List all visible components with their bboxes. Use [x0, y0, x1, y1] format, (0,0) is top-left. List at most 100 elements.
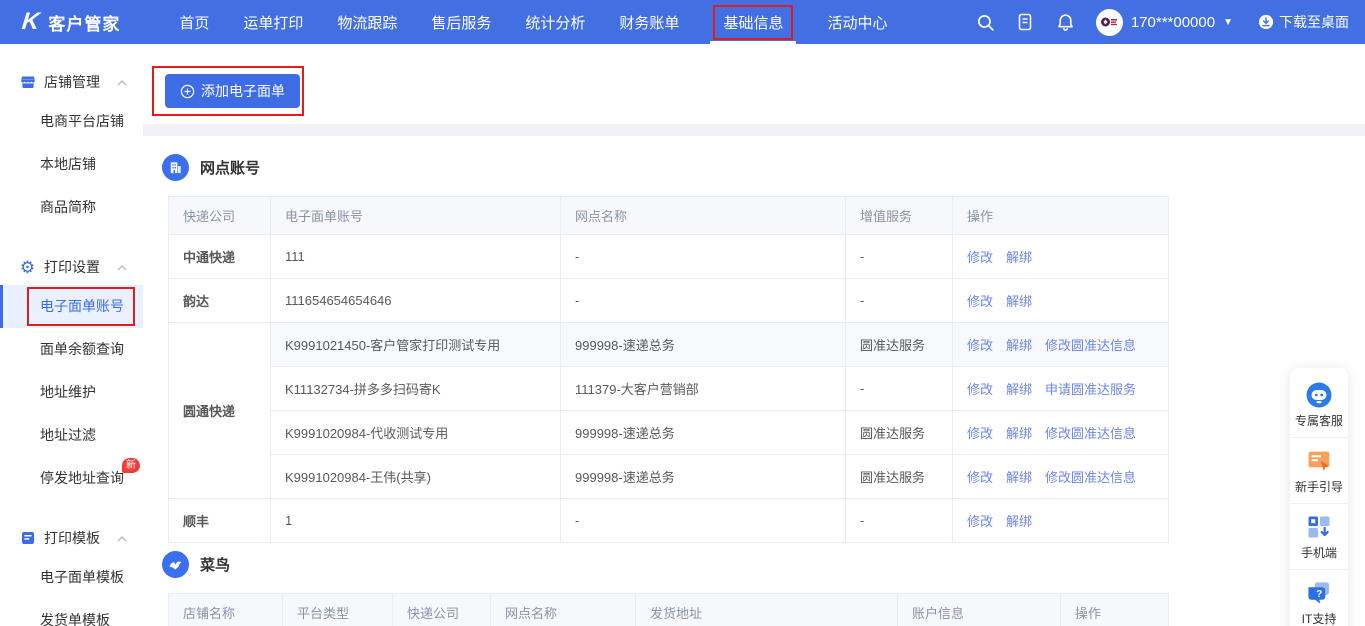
action-link-修改圆准达信息[interactable]: 修改圆准达信息: [1045, 338, 1136, 353]
branch-name-cell: 999998-速递总务: [561, 455, 846, 499]
actions-cell: 修改解绑修改圆准达信息: [953, 455, 1169, 499]
add-waybill-account-label: 添加电子面单: [201, 81, 285, 101]
action-link-修改圆准达信息[interactable]: 修改圆准达信息: [1045, 470, 1136, 485]
action-link-修改[interactable]: 修改: [967, 426, 993, 441]
column-header-快递公司: 快递公司: [169, 197, 271, 235]
table-row: 中通快递111--修改解绑: [169, 235, 1169, 279]
cainiao-bird-icon: [162, 551, 189, 578]
waybill-section-header: 网点账号: [143, 136, 1365, 181]
action-link-修改[interactable]: 修改: [967, 382, 993, 397]
sidebar-item-label: 停发地址查询: [40, 470, 124, 486]
action-link-解绑[interactable]: 解绑: [1006, 250, 1032, 265]
cainiao-section-header: 菜鸟: [143, 551, 1365, 578]
sidebar-group-label: 店铺管理: [44, 72, 100, 92]
actions-cell: 修改解绑修改圆准达信息: [953, 411, 1169, 455]
add-waybill-account-button[interactable]: 添加电子面单: [165, 74, 300, 108]
sidebar-item-发货单模板[interactable]: 发货单模板: [0, 599, 143, 626]
mobile-qr-icon: [1306, 513, 1332, 541]
account-number: 170***00000: [1131, 14, 1215, 31]
courier-company-cell: 韵达: [169, 279, 271, 323]
nav-item-label: 财务账单: [619, 12, 679, 33]
action-link-修改[interactable]: 修改: [967, 294, 993, 309]
action-link-修改[interactable]: 修改: [967, 514, 993, 529]
download-icon: [1258, 14, 1274, 30]
toolbar: 添加电子面单: [143, 44, 1365, 124]
action-link-解绑[interactable]: 解绑: [1006, 294, 1032, 309]
sidebar-item-停发地址查询[interactable]: 停发地址查询新: [0, 457, 143, 500]
sidebar-item-电子面单账号[interactable]: 电子面单账号: [0, 285, 143, 328]
action-link-解绑[interactable]: 解绑: [1006, 338, 1032, 353]
waybill-accounts-table: 快递公司电子面单账号网点名称增值服务操作中通快递111--修改解绑韵达11165…: [168, 196, 1169, 543]
nav-item-label: 基础信息: [713, 5, 793, 40]
action-link-修改[interactable]: 修改: [967, 250, 993, 265]
cainiao-accounts-table: 店铺名称平台类型快递公司网点名称发货地址账户信息操作: [168, 593, 1169, 626]
nav-item-财务账单[interactable]: 财务账单: [602, 0, 696, 44]
waybill-account-cell: 111654654654646: [271, 279, 561, 323]
account-menu[interactable]: 170***00000 ▼: [1096, 9, 1233, 36]
download-desktop-button[interactable]: 下载至桌面: [1258, 12, 1349, 32]
action-link-解绑[interactable]: 解绑: [1006, 470, 1032, 485]
sidebar-item-本地店铺[interactable]: 本地店铺: [0, 143, 143, 186]
main-nav-menu: 首页运单打印物流跟踪售后服务统计分析财务账单 基础信息活动中心: [162, 0, 904, 44]
nav-item-首页[interactable]: 首页: [162, 0, 226, 44]
nav-item-基础信息[interactable]: 基础信息: [696, 0, 810, 44]
table-row: K9991020984-王伟(共享)999998-速递总务圆准达服务修改解绑修改…: [169, 455, 1169, 499]
new-badge: 新: [122, 458, 140, 473]
branch-building-icon: [162, 154, 189, 181]
action-link-解绑[interactable]: 解绑: [1006, 514, 1032, 529]
action-link-解绑[interactable]: 解绑: [1006, 426, 1032, 441]
float-item-专属客服[interactable]: 专属客服: [1290, 372, 1348, 437]
sidebar-item-地址过滤[interactable]: 地址过滤: [0, 414, 143, 457]
table-row: 圆通快递K9991021450-客户管家打印测试专用999998-速递总务圆准达…: [169, 323, 1169, 367]
bell-icon[interactable]: [1056, 13, 1075, 32]
column-header-增值服务: 增值服务: [846, 197, 953, 235]
column-header-操作: 操作: [1061, 594, 1169, 626]
table-header-row: 快递公司电子面单账号网点名称增值服务操作: [169, 197, 1169, 235]
sidebar-item-地址维护[interactable]: 地址维护: [0, 371, 143, 414]
nav-item-label: 首页: [179, 12, 209, 33]
sidebar-item-label: 地址过滤: [40, 427, 96, 443]
nav-item-物流跟踪[interactable]: 物流跟踪: [320, 0, 414, 44]
actions-cell: 修改解绑修改圆准达信息: [953, 323, 1169, 367]
chevron-up-icon: [117, 258, 127, 276]
branch-name-cell: -: [561, 499, 846, 543]
document-icon[interactable]: [1016, 13, 1035, 32]
app-logo[interactable]: K 客户管家: [22, 10, 120, 35]
float-item-IT支持[interactable]: ?IT支持: [1290, 569, 1348, 626]
sidebar-group-打印模板[interactable]: 打印模板: [0, 520, 143, 556]
sidebar-item-电商平台店铺[interactable]: 电商平台店铺: [0, 100, 143, 143]
sidebar-group-店铺管理[interactable]: 店铺管理: [0, 64, 143, 100]
nav-item-运单打印[interactable]: 运单打印: [226, 0, 320, 44]
table-row: K9991020984-代收测试专用999998-速递总务圆准达服务修改解绑修改…: [169, 411, 1169, 455]
nav-item-售后服务[interactable]: 售后服务: [414, 0, 508, 44]
action-link-解绑[interactable]: 解绑: [1006, 382, 1032, 397]
branch-name-cell: 999998-速递总务: [561, 323, 846, 367]
nav-item-统计分析[interactable]: 统计分析: [508, 0, 602, 44]
plus-circle-icon: [180, 84, 195, 99]
app-logo-icon: K: [21, 10, 41, 34]
branch-name-cell: 999998-速递总务: [561, 411, 846, 455]
action-link-修改[interactable]: 修改: [967, 470, 993, 485]
download-label: 下载至桌面: [1279, 12, 1349, 32]
search-icon[interactable]: [976, 13, 995, 32]
column-header-网点名称: 网点名称: [561, 197, 846, 235]
action-link-修改圆准达信息[interactable]: 修改圆准达信息: [1045, 426, 1136, 441]
nav-item-活动中心[interactable]: 活动中心: [810, 0, 904, 44]
float-item-label: IT支持: [1302, 610, 1337, 626]
sidebar-item-label: 电商平台店铺: [40, 113, 124, 129]
cainiao-section-title: 菜鸟: [200, 554, 230, 575]
sidebar-group-打印设置[interactable]: ⚙打印设置: [0, 249, 143, 285]
sidebar-item-电子面单模板[interactable]: 电子面单模板: [0, 556, 143, 599]
value-added-service-cell: -: [846, 367, 953, 411]
action-link-修改[interactable]: 修改: [967, 338, 993, 353]
value-added-service-cell: 圆准达服务: [846, 323, 953, 367]
column-header-账户信息: 账户信息: [898, 594, 1061, 626]
action-link-申请圆准达服务[interactable]: 申请圆准达服务: [1045, 382, 1136, 397]
app-title: 客户管家: [48, 10, 120, 35]
sidebar-item-面单余额查询[interactable]: 面单余额查询: [0, 328, 143, 371]
chevron-up-icon: [117, 529, 127, 547]
float-item-手机端[interactable]: 手机端: [1290, 503, 1348, 569]
float-item-新手引导[interactable]: 新手引导: [1290, 437, 1348, 503]
column-header-平台类型: 平台类型: [283, 594, 393, 626]
sidebar-item-商品简称[interactable]: 商品简称: [0, 186, 143, 229]
